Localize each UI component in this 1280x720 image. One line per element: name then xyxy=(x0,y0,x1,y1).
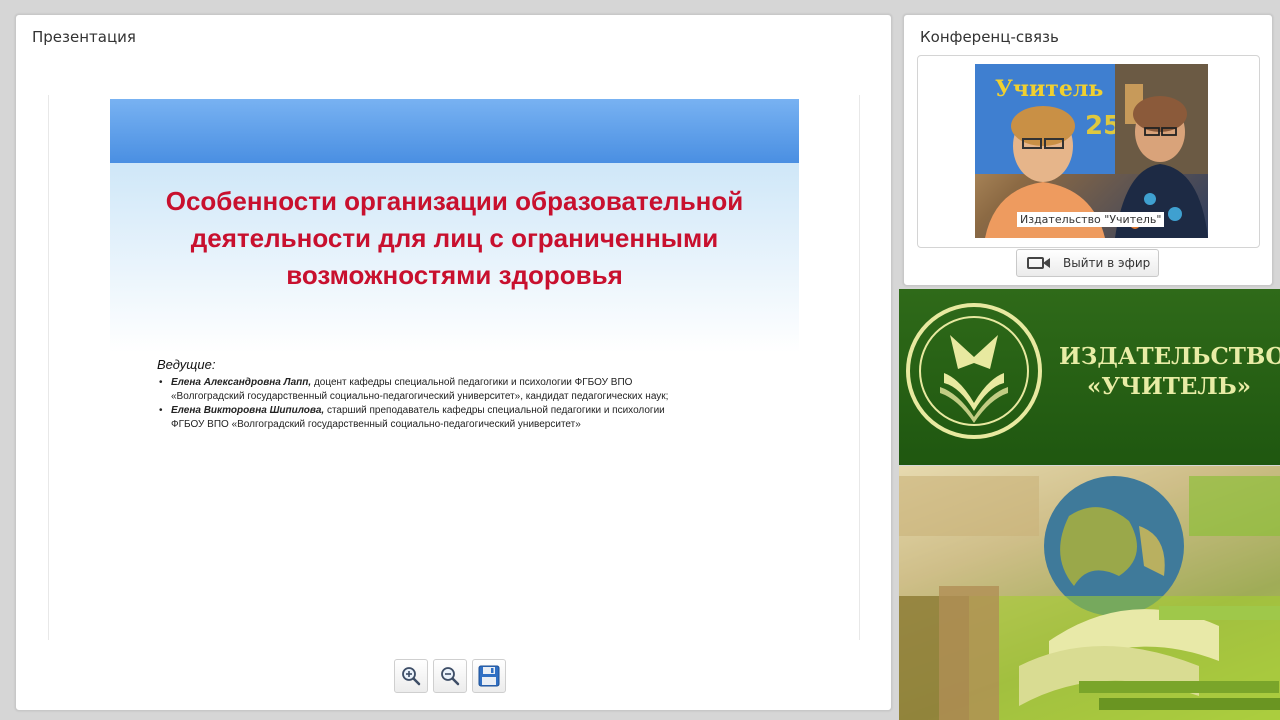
presentation-panel-title: Презентация xyxy=(32,28,136,46)
publisher-name-line1: ИЗДАТЕЛЬСТВО xyxy=(1059,343,1280,370)
video-stream[interactable]: Учитель 25 Издательство "Учитель" xyxy=(975,64,1208,238)
go-live-button-label: Выйти в эфир xyxy=(1063,256,1151,270)
publisher-logo-emblem xyxy=(919,316,1029,426)
video-frame: Учитель 25 Издательство "Учитель" xyxy=(917,55,1260,248)
host-role: старший преподаватель кафедры специально… xyxy=(324,405,665,416)
publisher-logo xyxy=(906,303,1042,439)
conference-panel: Конференц-связь Учитель 25 Издательство … xyxy=(903,14,1273,286)
host-name: Елена Александровна Лапп, xyxy=(171,377,312,388)
host-affiliation: ФГБОУ ВПО «Волгоградский государственный… xyxy=(171,419,581,430)
slide-header-bar xyxy=(110,99,799,163)
slide-toolbar xyxy=(394,659,506,693)
zoom-out-icon xyxy=(441,667,460,686)
bullet-icon: • xyxy=(159,377,163,388)
video-caption: Издательство "Учитель" xyxy=(1017,212,1165,227)
floppy-disk-icon xyxy=(478,665,500,687)
publisher-banner: ИЗДАТЕЛЬСТВО «УЧИТЕЛЬ» xyxy=(899,289,1280,465)
save-button[interactable] xyxy=(472,659,506,693)
slide-host-item: • Елена Александровна Лапп, доцент кафед… xyxy=(159,376,771,404)
host-role: доцент кафедры специальной педагогики и … xyxy=(311,377,633,388)
slide-heading: Особенности организации образовательной … xyxy=(165,186,744,290)
host-affiliation: «Волгоградский государственный социально… xyxy=(171,391,669,402)
publisher-name-line2: «УЧИТЕЛЬ» xyxy=(1086,373,1252,400)
bullet-icon: • xyxy=(159,405,163,416)
go-live-button[interactable]: Выйти в эфир xyxy=(1016,249,1159,277)
zoom-in-icon xyxy=(402,667,421,686)
host-name: Елена Викторовна Шипилова, xyxy=(171,405,325,416)
svg-text:Учитель: Учитель xyxy=(995,76,1103,102)
zoom-in-button[interactable] xyxy=(394,659,428,693)
slide-host-item: • Елена Викторовна Шипилова, старший пре… xyxy=(159,404,771,432)
video-camera-icon xyxy=(1027,257,1050,269)
presentation-panel: Презентация Особенности организации обра… xyxy=(15,14,892,711)
books-globe-photo xyxy=(899,466,1280,720)
slide-viewport: Особенности организации образовательной … xyxy=(48,95,860,640)
zoom-out-button[interactable] xyxy=(433,659,467,693)
publisher-name: ИЗДАТЕЛЬСТВО «УЧИТЕЛЬ» xyxy=(1059,342,1280,402)
slide-hosts-label: Ведущие: xyxy=(157,357,216,372)
books-globe-image xyxy=(899,466,1280,720)
conference-panel-title: Конференц-связь xyxy=(920,28,1059,46)
